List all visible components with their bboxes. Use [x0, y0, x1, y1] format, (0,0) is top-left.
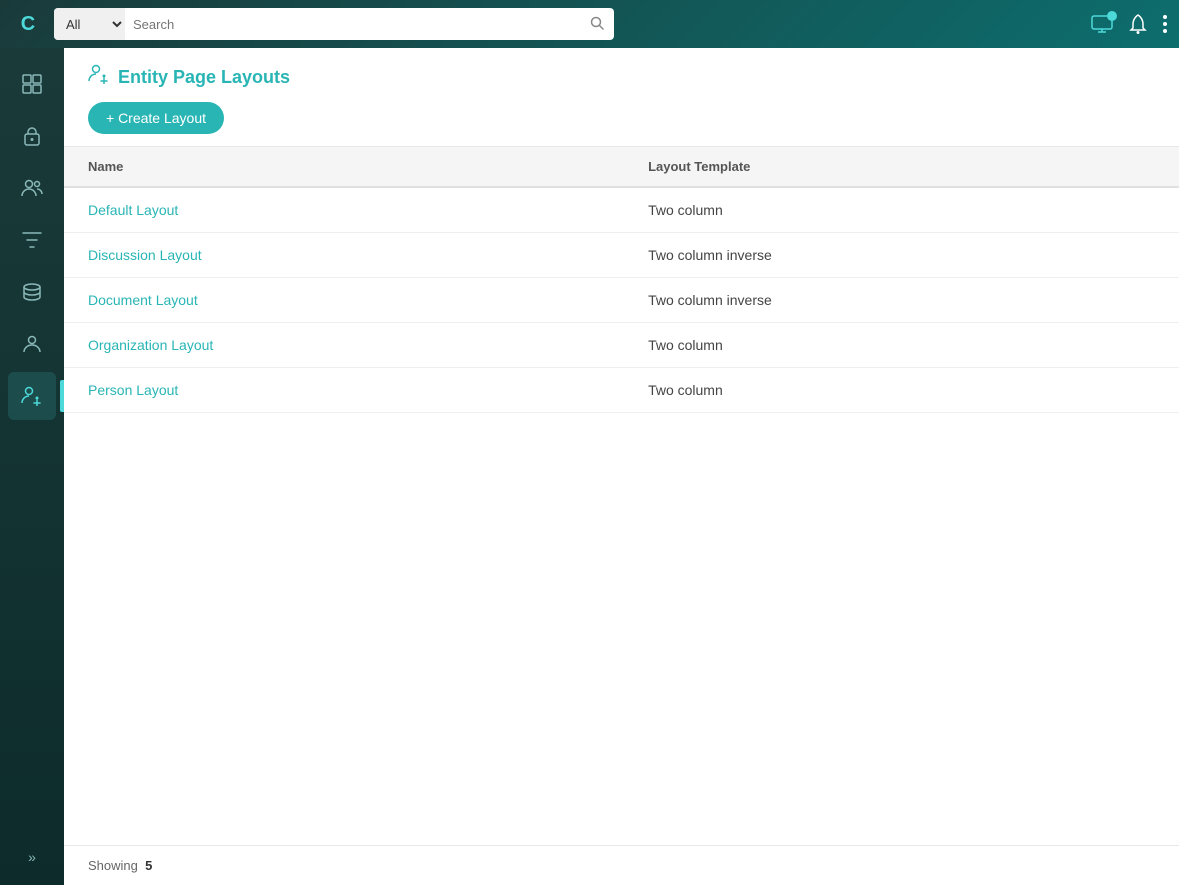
sidebar-bottom: » — [8, 841, 56, 873]
search-filter-select[interactable]: All Name Type — [54, 8, 125, 40]
main-layout: » Entity Page Layouts + Create Layout — [0, 48, 1179, 885]
table-footer: Showing 5 — [64, 845, 1179, 885]
layout-template-cell: Two column inverse — [624, 233, 1179, 278]
layout-name-cell[interactable]: Organization Layout — [64, 323, 624, 368]
sidebar-expand-button[interactable]: » — [8, 841, 56, 873]
layout-name-cell[interactable]: Document Layout — [64, 278, 624, 323]
table-row: Document LayoutTwo column inverse — [64, 278, 1179, 323]
table-row: Organization LayoutTwo column — [64, 323, 1179, 368]
layout-template-cell: Two column — [624, 323, 1179, 368]
search-button[interactable] — [580, 8, 614, 40]
table-header-row: Name Layout Template — [64, 147, 1179, 187]
page-header: Entity Page Layouts + Create Layout — [64, 48, 1179, 147]
sidebar-item-dashboard[interactable] — [8, 60, 56, 108]
monitor-button[interactable] — [1091, 15, 1113, 33]
page-title-row: Entity Page Layouts — [88, 64, 1155, 90]
search-wrapper: All Name Type — [54, 8, 614, 40]
monitor-badge — [1107, 11, 1117, 21]
layouts-table: Name Layout Template Default LayoutTwo c… — [64, 147, 1179, 413]
layout-template-cell: Two column inverse — [624, 278, 1179, 323]
sidebar-item-people[interactable] — [8, 164, 56, 212]
entity-layouts-icon — [88, 64, 110, 90]
showing-label: Showing — [88, 858, 138, 873]
layout-name-cell[interactable]: Person Layout — [64, 368, 624, 413]
page-title: Entity Page Layouts — [118, 67, 290, 88]
content-area: Entity Page Layouts + Create Layout Name… — [64, 48, 1179, 885]
layout-template-cell: Two column — [624, 187, 1179, 233]
search-input[interactable] — [125, 8, 580, 40]
create-layout-button[interactable]: + Create Layout — [88, 102, 224, 134]
col-template: Layout Template — [624, 147, 1179, 187]
layout-name-cell[interactable]: Discussion Layout — [64, 233, 624, 278]
topbar-actions — [1091, 14, 1167, 34]
sidebar-item-lock[interactable] — [8, 112, 56, 160]
layout-name-cell[interactable]: Default Layout — [64, 187, 624, 233]
sidebar-item-group[interactable] — [8, 320, 56, 368]
col-name: Name — [64, 147, 624, 187]
sidebar-item-entity-layouts[interactable] — [8, 372, 56, 420]
more-button[interactable] — [1163, 15, 1167, 33]
layout-template-cell: Two column — [624, 368, 1179, 413]
bell-button[interactable] — [1129, 14, 1147, 34]
table-row: Person LayoutTwo column — [64, 368, 1179, 413]
app-logo: C — [12, 8, 44, 40]
topbar: C All Name Type — [0, 0, 1179, 48]
table-wrapper: Name Layout Template Default LayoutTwo c… — [64, 147, 1179, 845]
table-row: Default LayoutTwo column — [64, 187, 1179, 233]
sidebar-item-filter[interactable] — [8, 216, 56, 264]
showing-count: 5 — [145, 858, 152, 873]
sidebar: » — [0, 48, 64, 885]
table-row: Discussion LayoutTwo column inverse — [64, 233, 1179, 278]
sidebar-item-database[interactable] — [8, 268, 56, 316]
